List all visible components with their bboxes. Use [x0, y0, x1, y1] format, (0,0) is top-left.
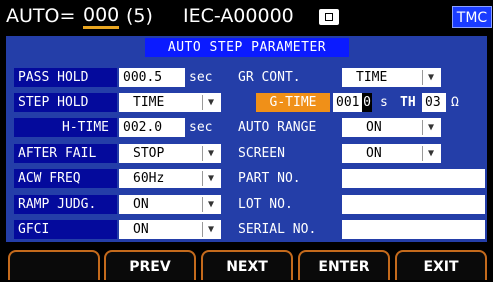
serial-no-label: SERIAL NO.	[238, 222, 317, 237]
ramp-judg-dropdown[interactable]: ON ▼	[119, 195, 221, 214]
h-time-unit: sec	[189, 120, 213, 135]
part-no-field[interactable]	[342, 169, 485, 188]
tmc-badge: TMC	[452, 6, 492, 28]
chevron-down-icon[interactable]: ▼	[422, 120, 439, 135]
after-fail-label: AFTER FAIL	[14, 144, 117, 163]
g-time-cursor-digit[interactable]: 0	[362, 93, 372, 112]
iec-mode-label: IEC-A00000	[183, 5, 294, 27]
gfci-value: ON	[133, 222, 149, 237]
page-title: AUTO STEP PARAMETER	[145, 38, 349, 57]
gr-cont-label: GR CONT.	[238, 70, 301, 85]
chevron-down-icon[interactable]: ▼	[202, 222, 219, 237]
memory-card-icon	[319, 9, 339, 25]
th-field[interactable]: 03	[422, 93, 446, 112]
prev-button[interactable]: PREV	[104, 250, 196, 280]
step-hold-label: STEP HOLD	[14, 93, 117, 112]
auto-range-value: ON	[366, 120, 382, 135]
acw-freq-label: ACW FREQ	[14, 169, 117, 188]
pass-hold-field[interactable]: 000.5	[119, 68, 185, 87]
next-button[interactable]: NEXT	[201, 250, 293, 280]
gfci-label: GFCI	[14, 220, 117, 239]
auto-step-count: (5)	[126, 5, 153, 27]
auto-label: AUTO=	[6, 5, 76, 27]
softkey-1[interactable]	[8, 250, 100, 280]
ramp-judg-label: RAMP JUDG.	[14, 195, 117, 214]
auto-range-dropdown[interactable]: ON ▼	[342, 118, 441, 137]
exit-button[interactable]: EXIT	[395, 250, 487, 280]
h-time-label: H-TIME	[14, 118, 117, 137]
chevron-down-icon[interactable]: ▼	[422, 70, 439, 85]
chevron-down-icon[interactable]: ▼	[202, 95, 219, 110]
auto-number[interactable]: 000	[83, 5, 120, 29]
after-fail-value: STOP	[133, 146, 165, 161]
pass-hold-label: PASS HOLD	[14, 68, 117, 87]
after-fail-dropdown[interactable]: STOP ▼	[119, 144, 221, 163]
g-time-label: G-TIME	[256, 93, 330, 112]
serial-no-field[interactable]	[342, 220, 485, 239]
acw-freq-dropdown[interactable]: 60Hz ▼	[119, 169, 221, 188]
ramp-judg-value: ON	[133, 197, 149, 212]
screen-label: SCREEN	[238, 146, 285, 161]
part-no-label: PART NO.	[238, 171, 301, 186]
lot-no-field[interactable]	[342, 195, 485, 214]
gr-cont-value: TIME	[356, 70, 388, 85]
step-hold-value: TIME	[133, 95, 165, 110]
chevron-down-icon[interactable]: ▼	[202, 146, 219, 161]
lot-no-label: LOT NO.	[238, 197, 293, 212]
pass-hold-unit: sec	[189, 70, 213, 85]
enter-button[interactable]: ENTER	[298, 250, 390, 280]
step-hold-dropdown[interactable]: TIME ▼	[119, 93, 221, 112]
chevron-down-icon[interactable]: ▼	[202, 171, 219, 186]
th-label: TH	[400, 95, 416, 110]
screen-dropdown[interactable]: ON ▼	[342, 144, 441, 163]
g-time-unit: s	[380, 95, 388, 110]
gr-cont-dropdown[interactable]: TIME ▼	[342, 68, 441, 87]
chevron-down-icon[interactable]: ▼	[422, 146, 439, 161]
acw-freq-value: 60Hz	[133, 171, 165, 186]
h-time-field[interactable]: 002.0	[119, 118, 185, 137]
chevron-down-icon[interactable]: ▼	[202, 197, 219, 212]
th-unit: Ω	[451, 95, 459, 110]
screen-value: ON	[366, 146, 382, 161]
auto-range-label: AUTO RANGE	[238, 120, 317, 135]
gfci-dropdown[interactable]: ON ▼	[119, 220, 221, 239]
